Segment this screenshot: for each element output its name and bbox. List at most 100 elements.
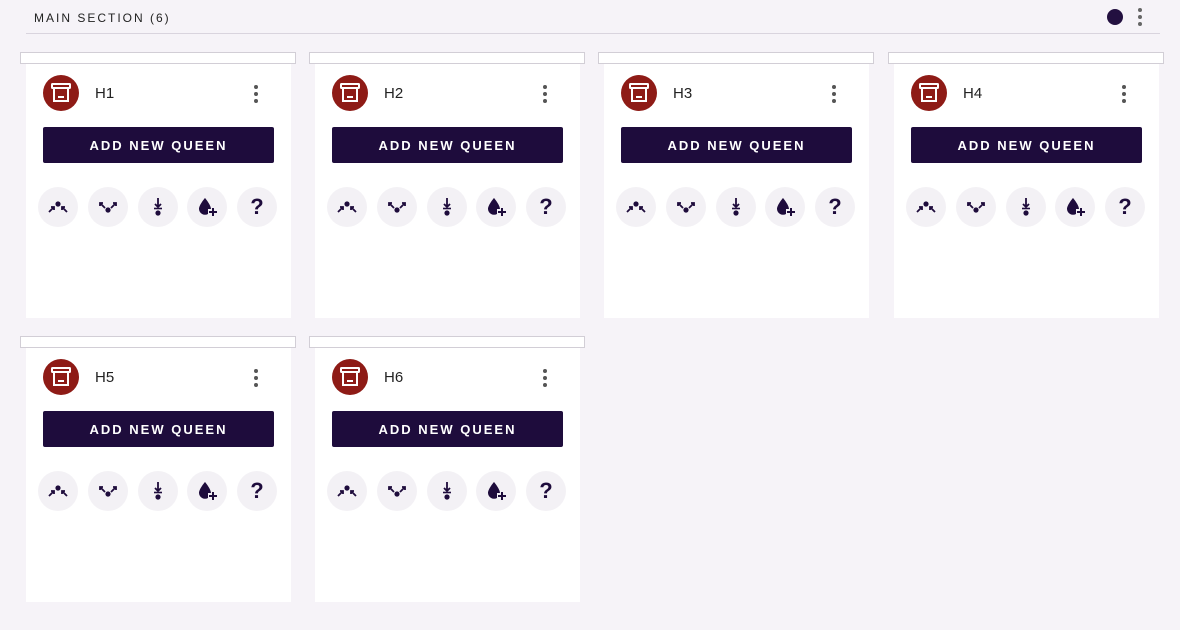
split-arrows-button[interactable] [377,471,417,511]
move-down-icon [439,481,455,501]
question-button[interactable]: ? [1105,187,1145,227]
hive-more-icon[interactable] [254,369,258,387]
hive-more-icon[interactable] [832,85,836,103]
action-row: ? [327,187,569,227]
action-row: ? [327,471,569,511]
hive-more-icon[interactable] [543,369,547,387]
question-button[interactable]: ? [526,471,566,511]
card-body: H2 ADD NEW QUEEN ? [315,64,580,318]
merge-arrows-button[interactable] [38,187,78,227]
hive-badge[interactable] [332,75,368,111]
move-down-button[interactable] [1006,187,1046,227]
split-arrows-button[interactable] [88,187,128,227]
add-new-queen-button[interactable]: ADD NEW QUEEN [43,411,274,447]
question-icon: ? [539,478,553,503]
move-down-button[interactable] [427,187,467,227]
add-new-queen-button[interactable]: ADD NEW QUEEN [621,127,852,163]
hive-badge[interactable] [43,359,79,395]
merge-arrows-button[interactable] [38,471,78,511]
card-drag-handle[interactable] [598,52,874,64]
card-body: H5 ADD NEW QUEEN ? [26,348,291,602]
split-arrows-button[interactable] [666,187,706,227]
hive-more-icon[interactable] [1122,85,1126,103]
question-button[interactable]: ? [237,471,277,511]
card-body: H3 ADD NEW QUEEN ? [604,64,869,318]
section-color-dot[interactable] [1107,9,1123,25]
card-drag-handle[interactable] [20,336,296,348]
add-new-queen-button[interactable]: ADD NEW QUEEN [43,127,274,163]
card-drag-handle[interactable] [309,52,585,64]
hive-name[interactable]: H5 [95,369,114,386]
merge-arrows-button[interactable] [327,187,367,227]
hive-badge[interactable] [621,75,657,111]
split-arrows-button[interactable] [88,471,128,511]
card-body: H1 ADD NEW QUEEN ? [26,64,291,318]
hive-card-h4: H4 ADD NEW QUEEN ? [888,52,1164,318]
drop-plus-button[interactable] [187,187,227,227]
move-down-icon [728,197,744,217]
move-down-button[interactable] [427,471,467,511]
section-more-icon[interactable] [1138,8,1142,26]
add-new-queen-button[interactable]: ADD NEW QUEEN [911,127,1142,163]
section-title: MAIN SECTION (6) [34,11,171,25]
move-down-button[interactable] [138,187,178,227]
card-drag-handle[interactable] [20,52,296,64]
drop-plus-icon [485,196,507,218]
card-body: H6 ADD NEW QUEEN ? [315,348,580,602]
drop-plus-button[interactable] [476,187,516,227]
merge-arrows-icon [335,199,359,215]
hive-card-h1: H1 ADD NEW QUEEN ? [20,52,296,318]
hive-box-icon [629,83,649,102]
split-arrows-icon [385,199,409,215]
merge-arrows-button[interactable] [327,471,367,511]
hive-badge[interactable] [43,75,79,111]
move-down-icon [150,481,166,501]
merge-arrows-icon [335,483,359,499]
hive-name[interactable]: H3 [673,85,692,102]
hive-name[interactable]: H4 [963,85,982,102]
merge-arrows-icon [46,199,70,215]
card-drag-handle[interactable] [888,52,1164,64]
merge-arrows-button[interactable] [616,187,656,227]
split-arrows-button[interactable] [377,187,417,227]
question-icon: ? [828,194,842,219]
action-row: ? [38,471,280,511]
drop-plus-button[interactable] [187,471,227,511]
hive-name[interactable]: H1 [95,85,114,102]
hive-badge[interactable] [911,75,947,111]
question-button[interactable]: ? [237,187,277,227]
merge-arrows-button[interactable] [906,187,946,227]
card-drag-handle[interactable] [309,336,585,348]
move-down-button[interactable] [716,187,756,227]
question-icon: ? [250,194,264,219]
drop-plus-button[interactable] [1055,187,1095,227]
action-row: ? [906,187,1148,227]
drop-plus-button[interactable] [476,471,516,511]
move-down-icon [1018,197,1034,217]
question-icon: ? [1118,194,1132,219]
hive-box-icon [919,83,939,102]
add-new-queen-button[interactable]: ADD NEW QUEEN [332,411,563,447]
action-row: ? [616,187,858,227]
split-arrows-button[interactable] [956,187,996,227]
question-button[interactable]: ? [526,187,566,227]
hive-more-icon[interactable] [543,85,547,103]
drop-plus-button[interactable] [765,187,805,227]
split-arrows-icon [964,199,988,215]
drop-plus-icon [774,196,796,218]
hive-card-h5: H5 ADD NEW QUEEN ? [20,336,296,602]
hive-name[interactable]: H6 [384,369,403,386]
drop-plus-icon [196,480,218,502]
add-new-queen-button[interactable]: ADD NEW QUEEN [332,127,563,163]
merge-arrows-icon [624,199,648,215]
hive-more-icon[interactable] [254,85,258,103]
section-header: MAIN SECTION (6) [26,0,1160,34]
merge-arrows-icon [914,199,938,215]
hive-badge[interactable] [332,359,368,395]
action-row: ? [38,187,280,227]
move-down-button[interactable] [138,471,178,511]
question-button[interactable]: ? [815,187,855,227]
hive-box-icon [340,83,360,102]
card-body: H4 ADD NEW QUEEN ? [894,64,1159,318]
hive-name[interactable]: H2 [384,85,403,102]
